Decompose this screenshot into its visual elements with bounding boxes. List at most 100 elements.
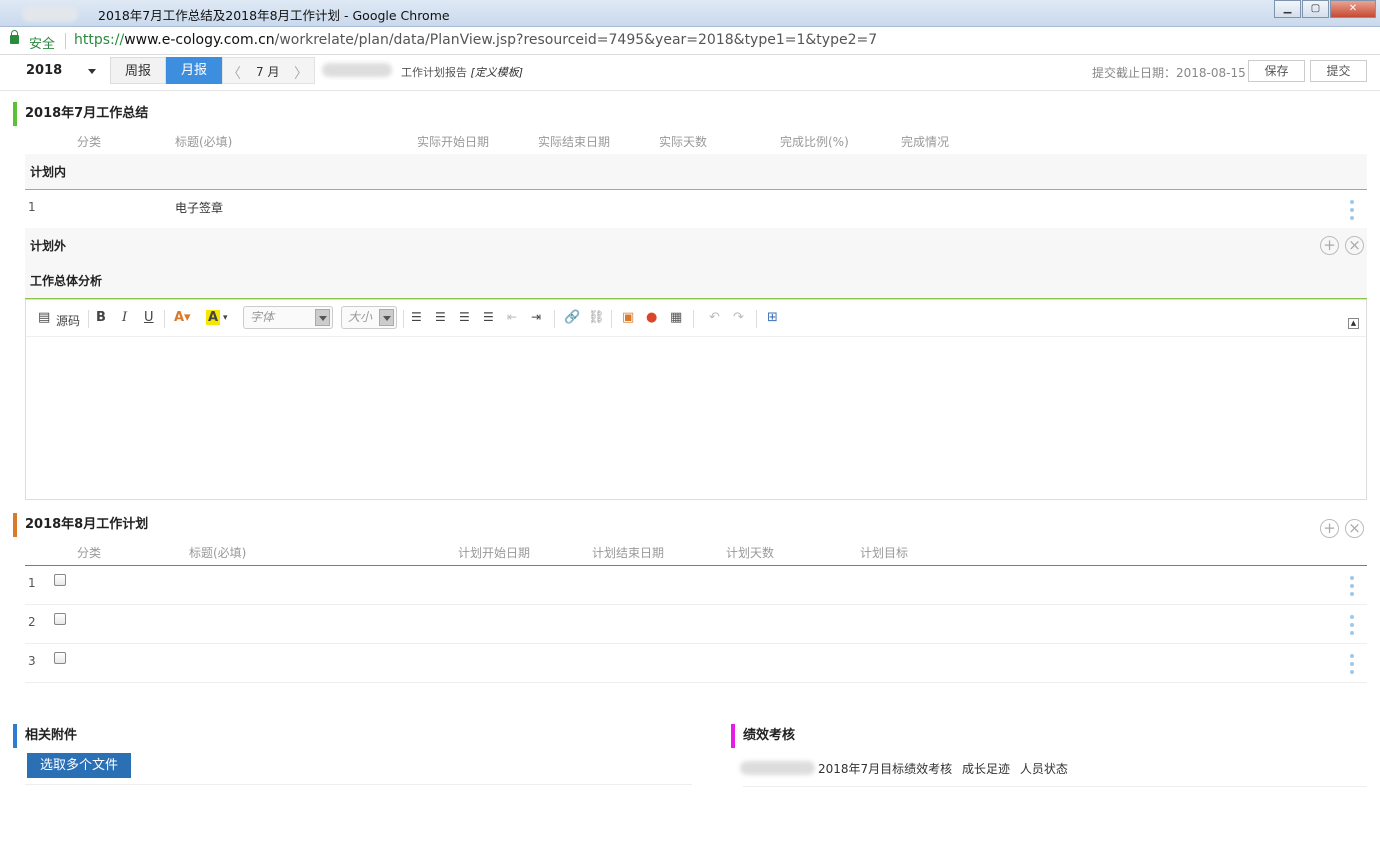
add-circle-icon[interactable]: +: [1320, 519, 1339, 538]
save-button[interactable]: 保存: [1248, 60, 1305, 82]
undo-icon[interactable]: ↶: [709, 310, 720, 325]
row-checkbox[interactable]: [54, 652, 66, 664]
toolbar-separator: [693, 310, 694, 328]
table-row[interactable]: 1: [25, 566, 1367, 605]
font-size-select[interactable]: 大小: [341, 306, 397, 329]
user-name-redacted: [740, 761, 815, 775]
monthly-kpi-link[interactable]: 2018年7月目标绩效考核: [818, 762, 952, 776]
url-text[interactable]: https://www.e-cology.com.cn/workrelate/p…: [74, 32, 877, 48]
row-number: 1: [28, 200, 36, 214]
align-left-icon[interactable]: ☰: [411, 310, 422, 324]
column-header: 实际天数: [659, 135, 708, 149]
underline-button[interactable]: U: [144, 310, 154, 325]
section-accent-bar: [13, 102, 17, 126]
column-header: 实际开始日期: [417, 135, 490, 149]
bold-button[interactable]: B: [96, 310, 106, 325]
divider: [65, 33, 66, 49]
out-of-plan-group: 计划外: [25, 228, 1367, 264]
source-code-button[interactable]: 源码: [56, 312, 80, 329]
column-header: 标题(必填): [175, 135, 233, 149]
submit-deadline: 提交截止日期：2018-08-15: [1092, 66, 1246, 80]
attachments-section-title: 相关附件: [13, 724, 77, 748]
chevron-down-icon[interactable]: ▾: [223, 313, 228, 323]
month-value: 7 月: [256, 65, 280, 79]
summary-section-title: 2018年7月工作总结: [13, 102, 148, 126]
outdent-icon[interactable]: ⇤: [507, 310, 517, 324]
more-options-icon[interactable]: [1350, 576, 1354, 598]
table-row[interactable]: 3: [25, 644, 1367, 683]
more-options-icon[interactable]: [1350, 200, 1354, 222]
overall-analysis-group: 工作总体分析: [25, 263, 1367, 299]
secure-label: 安全: [29, 37, 56, 52]
unlink-icon[interactable]: ⛓: [588, 310, 605, 325]
background-color-icon[interactable]: A: [206, 310, 221, 325]
close-button[interactable]: ✕: [1330, 0, 1376, 18]
row-checkbox[interactable]: [54, 613, 66, 625]
table-row[interactable]: 1 电子签章: [25, 190, 1367, 229]
column-header: 计划结束日期: [592, 546, 665, 560]
source-code-icon[interactable]: ▤: [38, 310, 50, 325]
staff-status-link[interactable]: 人员状态: [1020, 762, 1068, 776]
address-bar[interactable]: 安全 https://www.e-cology.com.cn/workrelat…: [0, 27, 1380, 55]
weekly-report-tab[interactable]: 周报: [110, 57, 166, 84]
column-header: 分类: [77, 135, 102, 149]
year-select[interactable]: 2018: [14, 59, 100, 83]
define-template-link[interactable]: [定义模板]: [471, 66, 524, 79]
link-icon[interactable]: 🔗: [564, 310, 580, 325]
plan-section-title: 2018年8月工作计划: [13, 513, 148, 537]
toolbar-separator: [88, 310, 89, 328]
select-files-button[interactable]: 选取多个文件: [27, 753, 131, 778]
window-title: 2018年7月工作总结及2018年8月工作计划 - Google Chrome: [98, 8, 450, 23]
align-justify-icon[interactable]: ☰: [483, 310, 494, 324]
submit-button[interactable]: 提交: [1310, 60, 1367, 82]
remove-circle-icon[interactable]: ×: [1345, 519, 1364, 538]
analysis-editor[interactable]: ▤ 源码 B I U A▾ A ▾ 字体 大小 ☰ ☰ ☰ ☰ ⇤ ⇥ 🔗 ⛓ …: [25, 299, 1367, 500]
collapse-toolbar-icon[interactable]: ▲: [1348, 318, 1359, 329]
performance-section-title: 绩效考核: [731, 724, 795, 748]
image-icon[interactable]: ▣: [622, 310, 634, 325]
align-right-icon[interactable]: ☰: [459, 310, 470, 324]
chevron-left-icon[interactable]: 〈: [227, 63, 241, 83]
table-row[interactable]: 2: [25, 605, 1367, 644]
column-header: 分类: [77, 546, 102, 560]
toolbar-separator: [403, 310, 404, 328]
row-checkbox[interactable]: [54, 574, 66, 586]
monthly-report-tab[interactable]: 月报: [166, 57, 222, 84]
row-number: 2: [28, 615, 36, 629]
more-options-icon[interactable]: [1350, 615, 1354, 637]
text-color-icon[interactable]: A▾: [174, 310, 191, 325]
add-circle-icon[interactable]: +: [1320, 236, 1339, 255]
window-controls: ▁ ▢ ✕: [1273, 0, 1376, 18]
row-number: 3: [28, 654, 36, 668]
toolbar-separator: [611, 310, 612, 328]
growth-track-link[interactable]: 成长足迹: [962, 762, 1010, 776]
redo-icon[interactable]: ↷: [733, 310, 744, 325]
remove-circle-icon[interactable]: ×: [1345, 236, 1364, 255]
indent-icon[interactable]: ⇥: [531, 310, 541, 324]
toolbar-separator: [164, 310, 165, 328]
italic-button[interactable]: I: [122, 310, 127, 325]
maximize-editor-icon[interactable]: ⊞: [767, 310, 778, 325]
flash-icon[interactable]: ●: [646, 310, 657, 325]
maximize-button[interactable]: ▢: [1302, 0, 1329, 18]
in-plan-group: 计划内: [25, 154, 1367, 190]
window-titlebar: 2018年7月工作总结及2018年8月工作计划 - Google Chrome …: [0, 0, 1380, 27]
row-title[interactable]: 电子签章: [175, 199, 223, 216]
toolbar-separator: [554, 310, 555, 328]
table-icon[interactable]: ▦: [670, 310, 682, 325]
font-family-select[interactable]: 字体: [243, 306, 333, 329]
more-options-icon[interactable]: [1350, 654, 1354, 676]
lock-icon: [10, 30, 19, 44]
divider: [25, 784, 692, 785]
minimize-button[interactable]: ▁: [1274, 0, 1301, 18]
editor-content-area[interactable]: [26, 337, 1366, 491]
align-center-icon[interactable]: ☰: [435, 310, 446, 324]
plan-column-headers: 分类 标题(必填) 计划开始日期 计划结束日期 计划天数 计划目标: [0, 544, 1380, 560]
report-title: 工作计划报告 [定义模板]: [401, 66, 524, 79]
column-header: 计划目标: [860, 546, 909, 560]
section-accent-bar: [13, 724, 17, 748]
column-header: 实际结束日期: [538, 135, 611, 149]
column-header: 完成比例(%): [780, 135, 849, 149]
chevron-right-icon[interactable]: 〉: [294, 63, 308, 83]
user-name-redacted: [322, 63, 392, 77]
